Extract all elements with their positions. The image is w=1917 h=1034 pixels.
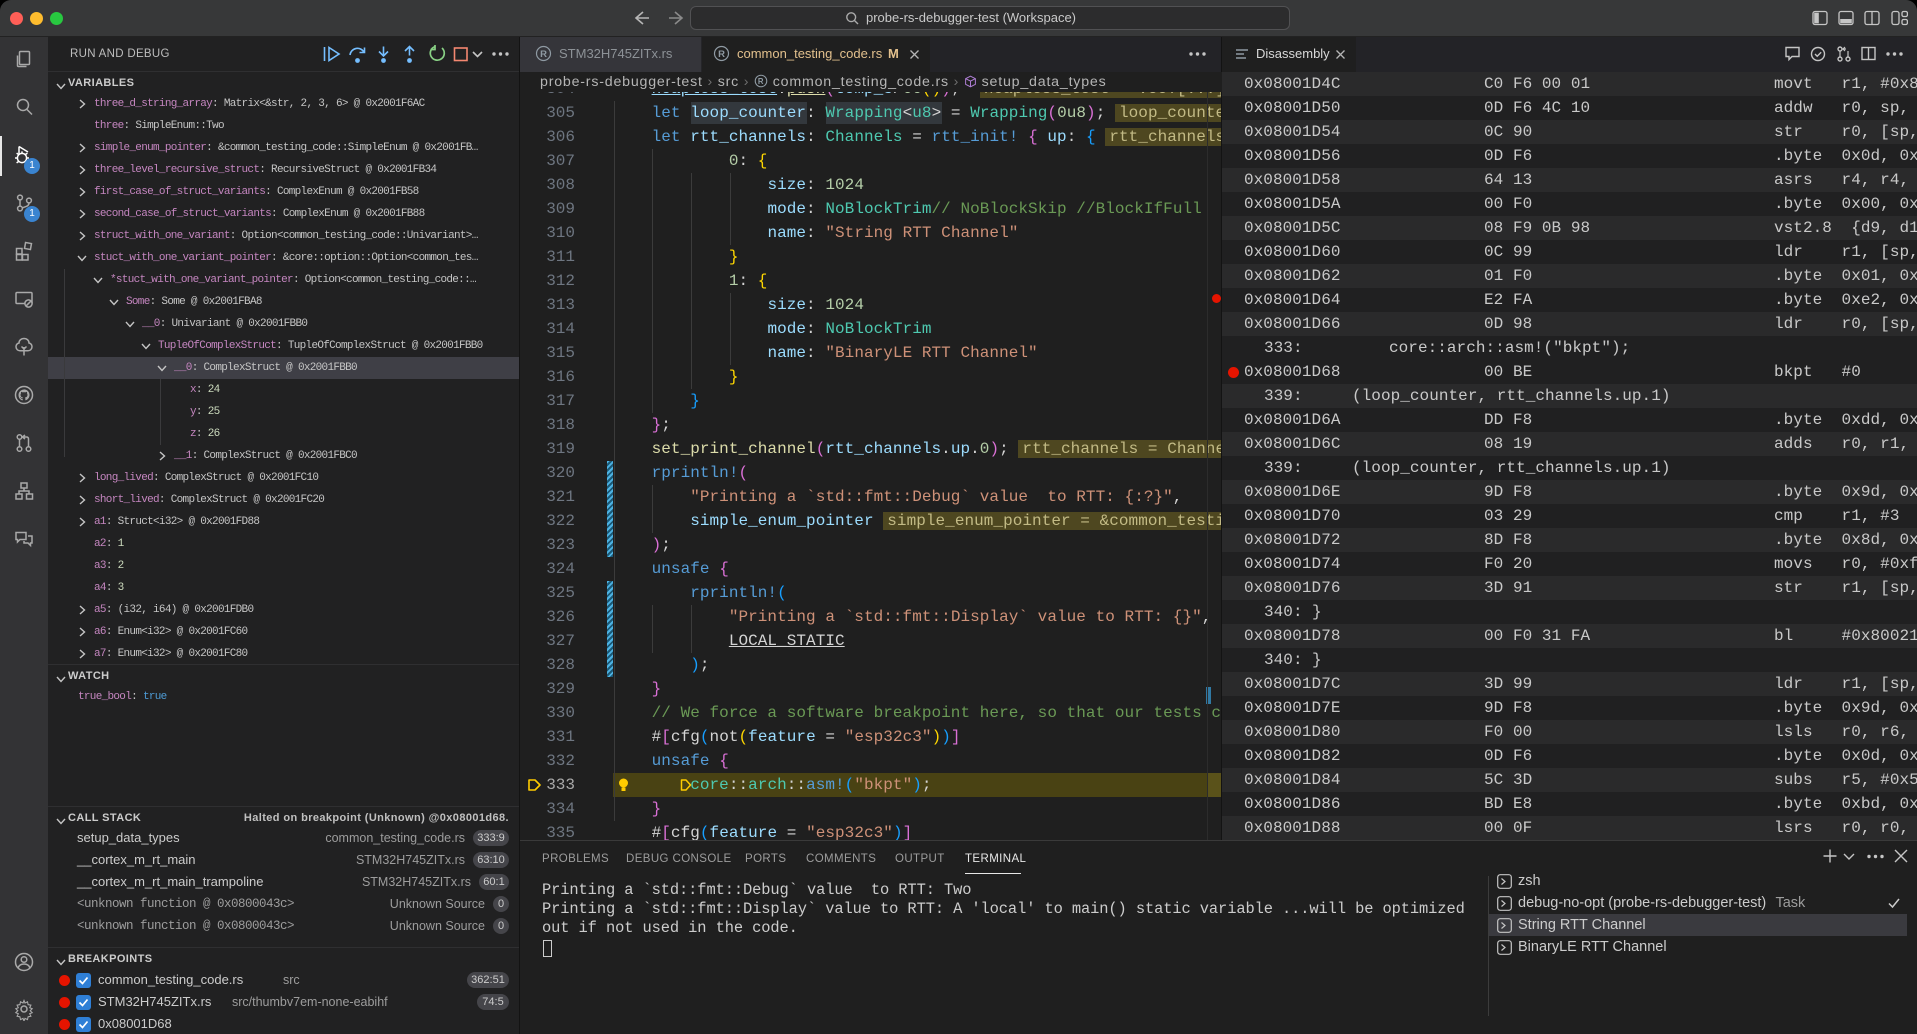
svg-text:R: R [540,49,547,60]
svg-text:R: R [718,49,725,60]
svg-text:R: R [758,77,764,86]
